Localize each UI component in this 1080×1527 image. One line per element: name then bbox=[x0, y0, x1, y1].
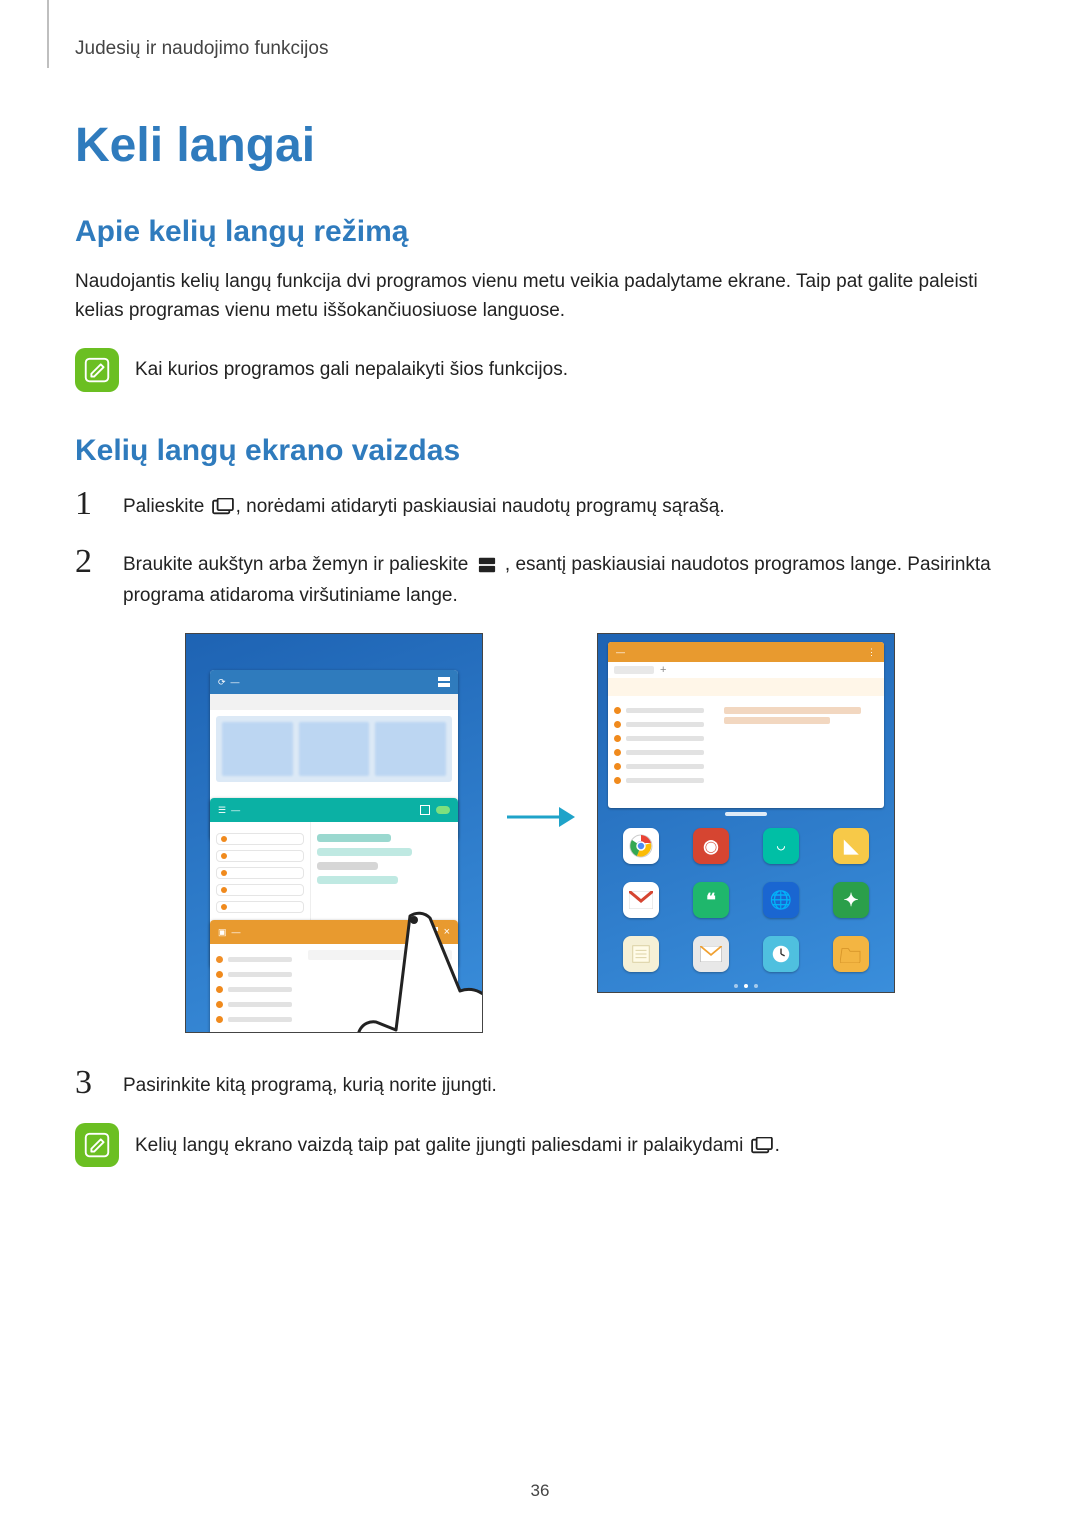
note-1-text: Kai kurios programos gali nepalaikyti ši… bbox=[135, 355, 568, 384]
note-2-text-post: . bbox=[775, 1135, 780, 1156]
manual-page: Judesių ir naudojimo funkcijos Keli lang… bbox=[0, 0, 1080, 1527]
figure-splitview: ⟳ — ☰ — bbox=[75, 633, 1005, 1033]
maps-icon: ✦ bbox=[833, 882, 869, 918]
step-1: 1 Palieskite , norėdami atidaryti paskia… bbox=[75, 486, 1005, 522]
section-about-body: Naudojantis kelių langų funkcija dvi pro… bbox=[75, 267, 1005, 326]
figure-left-recent-apps: ⟳ — ☰ — bbox=[185, 633, 483, 1033]
section-splitview-heading: Kelių langų ekrano vaizdas bbox=[75, 434, 1005, 468]
split-handle-icon bbox=[725, 812, 767, 816]
hangouts-icon: ❝ bbox=[693, 882, 729, 918]
recent-apps-icon bbox=[212, 498, 234, 516]
mail-icon bbox=[693, 936, 729, 972]
multiwindow-icon bbox=[438, 677, 450, 687]
steps-list: 1 Palieskite , norėdami atidaryti paskia… bbox=[75, 486, 1005, 611]
notes-icon bbox=[623, 936, 659, 972]
page-indicator-dots bbox=[598, 984, 894, 988]
globe-icon: 🌐 bbox=[763, 882, 799, 918]
page-title: Keli langai bbox=[75, 118, 1005, 173]
chrome-icon bbox=[623, 828, 659, 864]
bottom-pane-home-grid: ◉ ◡ ◣ ❝ 🌐 ✦ bbox=[616, 826, 876, 974]
step-1-number: 1 bbox=[75, 486, 105, 522]
note-2-text: Kelių langų ekrano vaizdą taip pat galit… bbox=[135, 1131, 780, 1160]
multiwindow-icon bbox=[426, 927, 438, 937]
gmail-icon bbox=[623, 882, 659, 918]
step-2-body: Braukite aukštyn arba žemyn ir palieskit… bbox=[123, 544, 1005, 611]
record-icon: ◉ bbox=[693, 828, 729, 864]
recent-apps-icon bbox=[751, 1137, 773, 1155]
folder-icon bbox=[833, 936, 869, 972]
top-pane-my-files: —⋮ + bbox=[608, 642, 884, 808]
note-2-text-pre: Kelių langų ekrano vaizdą taip pat galit… bbox=[135, 1135, 749, 1156]
step-2-number: 2 bbox=[75, 544, 105, 611]
step-3-body: Pasirinkite kitą programą, kurią norite … bbox=[123, 1065, 497, 1101]
margin-tab-line bbox=[47, 0, 49, 68]
step-2-text-pre: Braukite aukštyn arba žemyn ir palieskit… bbox=[123, 554, 474, 575]
step-1-body: Palieskite , norėdami atidaryti paskiaus… bbox=[123, 486, 725, 522]
step-1-text-post: , norėdami atidaryti paskiausiai naudotų… bbox=[236, 496, 725, 517]
note-pencil-icon bbox=[75, 1123, 119, 1167]
step-3: 3 Pasirinkite kitą programą, kurią norit… bbox=[75, 1065, 1005, 1101]
step-3-number: 3 bbox=[75, 1065, 105, 1101]
running-head: Judesių ir naudojimo funkcijos bbox=[75, 38, 1005, 60]
app-yellow-icon: ◣ bbox=[833, 828, 869, 864]
clock-icon bbox=[763, 936, 799, 972]
note-1: Kai kurios programos gali nepalaikyti ši… bbox=[75, 348, 1005, 392]
close-icon: × bbox=[444, 926, 450, 938]
gallery-icon: ◡ bbox=[763, 828, 799, 864]
step-1-text-pre: Palieskite bbox=[123, 496, 210, 517]
multiwindow-icon bbox=[476, 556, 498, 574]
recent-apps-stack: ⟳ — ☰ — bbox=[210, 670, 458, 1018]
section-about-heading: Apie kelių langų režimą bbox=[75, 215, 1005, 249]
note-2: Kelių langų ekrano vaizdą taip pat galit… bbox=[75, 1123, 1005, 1167]
figure-right-split-result: —⋮ + ◉ bbox=[597, 633, 895, 993]
recent-card-my-files: ▣ — × bbox=[210, 920, 458, 1033]
steps-list-cont: 3 Pasirinkite kitą programą, kurią norit… bbox=[75, 1065, 1005, 1101]
arrow-right-icon bbox=[505, 803, 575, 831]
step-2: 2 Braukite aukštyn arba žemyn ir paliesk… bbox=[75, 544, 1005, 611]
note-pencil-icon bbox=[75, 348, 119, 392]
page-number: 36 bbox=[0, 1481, 1080, 1501]
